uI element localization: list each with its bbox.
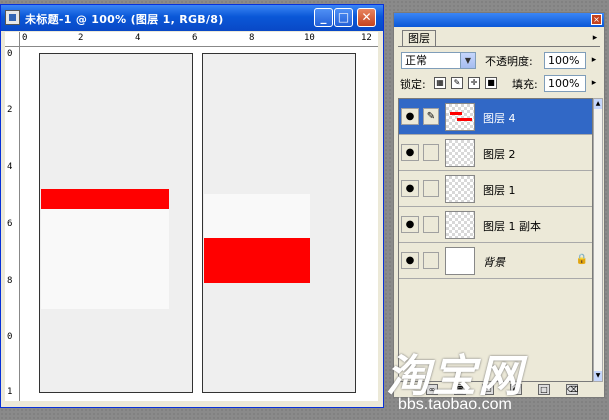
- opacity-slider-arrow-icon[interactable]: ▸: [588, 52, 600, 69]
- red-bar-shape: [204, 238, 310, 283]
- document-title: 未标题-1 @ 100% (图层 1, RGB/8): [25, 13, 224, 26]
- document-title-bar[interactable]: 未标题-1 @ 100% (图层 1, RGB/8) _ □ ✕: [1, 5, 383, 31]
- document-canvas[interactable]: [20, 47, 378, 401]
- ruler-label: 8: [249, 33, 255, 43]
- thumb-red-mark: [450, 112, 462, 115]
- layer-thumbnail: [445, 211, 475, 239]
- link-cell[interactable]: [423, 180, 439, 197]
- eye-icon[interactable]: ●: [401, 216, 419, 233]
- lock-icon: 🔒: [575, 254, 588, 265]
- right-artboard: [202, 53, 356, 393]
- layer-row-layer1[interactable]: ● 图层 1: [399, 171, 592, 207]
- layer-row-layer1-copy[interactable]: ● 图层 1 副本: [399, 207, 592, 243]
- ruler-label: 10: [304, 33, 315, 43]
- close-button[interactable]: ✕: [357, 8, 376, 27]
- maximize-button[interactable]: □: [334, 8, 353, 27]
- left-artboard: [39, 53, 193, 393]
- palette-title-bar[interactable]: ×: [394, 13, 604, 27]
- palette-close-icon[interactable]: ×: [591, 14, 602, 25]
- taobao-watermark-logo: 淘宝网: [386, 351, 524, 402]
- scroll-down-icon[interactable]: ▼: [594, 371, 602, 381]
- ruler-label: 0: [22, 33, 28, 43]
- lock-label: 锁定:: [400, 78, 426, 91]
- layer-thumbnail: [445, 139, 475, 167]
- palette-menu-icon[interactable]: ▸: [589, 32, 601, 44]
- lock-position-icon[interactable]: ✛: [468, 77, 480, 89]
- eye-icon[interactable]: ●: [401, 108, 419, 125]
- scroll-up-icon[interactable]: ▲: [594, 99, 602, 109]
- layer-name: 图层 4: [483, 112, 516, 125]
- layer-thumbnail: [445, 247, 475, 275]
- brush-icon[interactable]: ✎: [423, 108, 439, 125]
- ruler-label: 0: [7, 332, 13, 342]
- taobao-watermark-url: bbs.taobao.com: [398, 396, 512, 413]
- fill-field[interactable]: 100%: [544, 75, 586, 92]
- document-window: 未标题-1 @ 100% (图层 1, RGB/8) _ □ ✕ 0 2 4 6…: [0, 4, 384, 408]
- layer-list-scrollbar[interactable]: ▲ ▼: [593, 98, 603, 382]
- eye-icon[interactable]: ●: [401, 144, 419, 161]
- fill-slider-arrow-icon[interactable]: ▸: [588, 75, 600, 92]
- chevron-down-icon[interactable]: ▼: [460, 53, 475, 68]
- opacity-field[interactable]: 100%: [544, 52, 586, 69]
- layer-thumbnail: [445, 175, 475, 203]
- ruler-label: 12: [361, 33, 372, 43]
- ruler-origin[interactable]: [5, 32, 20, 47]
- layer-name: 图层 1 副本: [483, 220, 541, 233]
- ruler-label: 6: [7, 219, 13, 229]
- fill-label: 填充:: [512, 78, 538, 91]
- ruler-label: 1: [7, 387, 13, 397]
- white-layer-shape: [204, 194, 310, 238]
- eye-icon[interactable]: ●: [401, 252, 419, 269]
- ruler-label: 4: [135, 33, 141, 43]
- ruler-label: 2: [78, 33, 84, 43]
- layer-thumbnail: [445, 103, 475, 131]
- tab-divider: [398, 46, 600, 47]
- eye-icon[interactable]: ●: [401, 180, 419, 197]
- layer-name: 图层 1: [483, 184, 516, 197]
- tab-layers[interactable]: 图层: [402, 30, 436, 47]
- ruler-label: 4: [7, 162, 13, 172]
- lock-image-icon[interactable]: ✎: [451, 77, 463, 89]
- ruler-label: 0: [7, 49, 13, 59]
- trash-icon[interactable]: ⌫: [566, 384, 578, 395]
- lock-transparency-icon[interactable]: ▦: [434, 77, 446, 89]
- layer-row-layer4[interactable]: ● ✎ 图层 4: [399, 99, 592, 135]
- blend-mode-value: 正常: [405, 54, 427, 67]
- blend-mode-select[interactable]: 正常 ▼: [401, 52, 476, 69]
- layer-row-layer2[interactable]: ● 图层 2: [399, 135, 592, 171]
- ruler-label: 6: [192, 33, 198, 43]
- photoshop-doc-icon: [5, 10, 20, 25]
- layer-name: 背景: [483, 256, 505, 269]
- opacity-label: 不透明度:: [485, 55, 533, 68]
- link-cell[interactable]: [423, 252, 439, 269]
- white-layer-shape: [41, 209, 169, 309]
- minimize-button[interactable]: _: [314, 8, 333, 27]
- link-cell[interactable]: [423, 216, 439, 233]
- new-layer-icon[interactable]: □: [538, 384, 550, 395]
- ruler-label: 2: [7, 105, 13, 115]
- layer-name: 图层 2: [483, 148, 516, 161]
- red-bar-shape: [41, 189, 169, 209]
- layer-row-background[interactable]: ● 背景 🔒: [399, 243, 592, 279]
- vertical-ruler[interactable]: 0 2 4 6 8 0 1: [5, 47, 20, 401]
- horizontal-ruler[interactable]: 0 2 4 6 8 10 12: [20, 32, 378, 47]
- lock-all-icon[interactable]: ■: [485, 77, 497, 89]
- thumb-red-mark: [457, 118, 472, 121]
- ruler-label: 8: [7, 276, 13, 286]
- link-cell[interactable]: [423, 144, 439, 161]
